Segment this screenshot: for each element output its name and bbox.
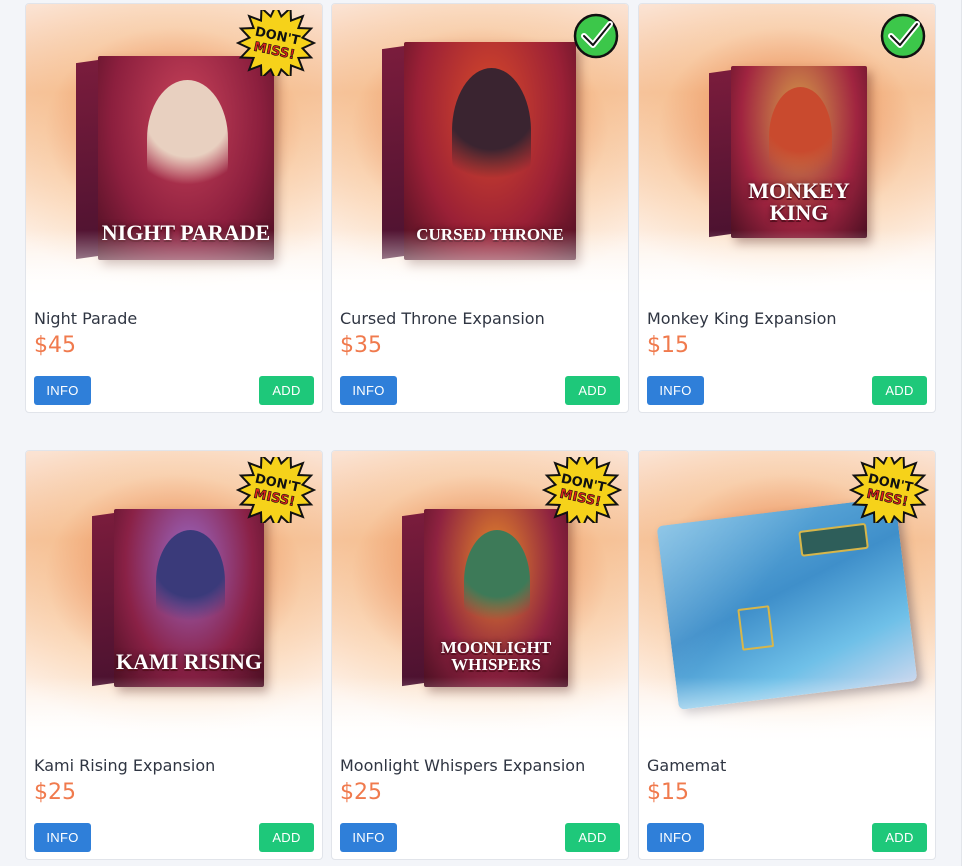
product-image[interactable]: MOONLIGHT WHISPERS DON'T MISS! — [332, 451, 628, 747]
add-to-cart-button[interactable]: ADD — [259, 376, 314, 405]
add-to-cart-button[interactable]: ADD — [872, 823, 927, 852]
product-card[interactable]: MONKEY KING Monkey King Expansion $15 INFO A… — [638, 3, 936, 413]
add-to-cart-button[interactable]: ADD — [565, 823, 620, 852]
info-button[interactable]: INFO — [340, 823, 397, 852]
scrollbar-track[interactable] — [961, 0, 970, 866]
add-to-cart-button[interactable]: ADD — [565, 376, 620, 405]
product-price: $25 — [340, 780, 382, 805]
product-title[interactable]: Gamemat — [647, 756, 726, 775]
character-art — [464, 530, 530, 633]
character-art — [147, 80, 228, 198]
gamemat-illustration — [656, 497, 918, 710]
product-image[interactable]: MONKEY KING — [639, 4, 935, 300]
product-price: $15 — [647, 333, 689, 358]
product-card[interactable]: DON'T MISS! Gamemat $15 INFO ADD — [638, 450, 936, 860]
product-image[interactable]: KAMI RISING DON'T MISS! — [26, 451, 322, 747]
character-art — [769, 87, 832, 187]
game-box-illustration: MOONLIGHT WHISPERS — [402, 509, 568, 687]
game-box-illustration: KAMI RISING — [92, 509, 264, 687]
box-title-text: MOONLIGHT WHISPERS — [440, 638, 552, 674]
product-card[interactable]: MOONLIGHT WHISPERS DON'T MISS! Moonlight Wh… — [331, 450, 629, 860]
dont-miss-badge: DON'TMISS! — [542, 457, 622, 523]
product-price: $45 — [34, 333, 76, 358]
box-title-text: MONKEY KING — [748, 178, 850, 225]
product-title[interactable]: Cursed Throne Expansion — [340, 309, 545, 328]
info-button[interactable]: INFO — [34, 376, 91, 405]
token-tray — [798, 522, 869, 557]
info-button[interactable]: INFO — [647, 376, 704, 405]
info-button[interactable]: INFO — [34, 823, 91, 852]
character-art — [156, 530, 225, 633]
product-title[interactable]: Monkey King Expansion — [647, 309, 837, 328]
product-price: $15 — [647, 780, 689, 805]
add-to-cart-button[interactable]: ADD — [259, 823, 314, 852]
product-image[interactable]: NIGHT PARADE DON'T MISS! — [26, 4, 322, 300]
checkmark-icon — [880, 13, 926, 59]
add-to-cart-button[interactable]: ADD — [872, 376, 927, 405]
info-button[interactable]: INFO — [340, 376, 397, 405]
product-price: $25 — [34, 780, 76, 805]
box-title-text: CURSED THRONE — [416, 225, 564, 244]
box-title-text: KAMI RISING — [115, 649, 263, 674]
product-title[interactable]: Moonlight Whispers Expansion — [340, 756, 585, 775]
info-button[interactable]: INFO — [647, 823, 704, 852]
character-art — [452, 68, 531, 194]
product-price: $35 — [340, 333, 382, 358]
game-box-illustration: MONKEY KING — [709, 66, 867, 238]
game-box-illustration: NIGHT PARADE — [76, 56, 274, 260]
product-card[interactable]: NIGHT PARADE DON'T MISS! Night Parade $45 INF… — [25, 3, 323, 413]
box-title-text: NIGHT PARADE — [101, 220, 271, 245]
dont-miss-badge: DON'TMISS! — [849, 457, 929, 523]
product-image[interactable]: DON'T MISS! — [639, 451, 935, 747]
checkmark-icon — [573, 13, 619, 59]
card-slot-frame — [737, 605, 775, 651]
product-image[interactable]: CURSED THRONE — [332, 4, 628, 300]
product-title[interactable]: Kami Rising Expansion — [34, 756, 215, 775]
product-title[interactable]: Night Parade — [34, 309, 137, 328]
product-card[interactable]: KAMI RISING DON'T MISS! Kami Rising Expansi… — [25, 450, 323, 860]
product-grid: NIGHT PARADE DON'T MISS! Night Parade $45 INF… — [0, 0, 961, 866]
dont-miss-badge: DON'TMISS! — [236, 457, 316, 523]
product-card[interactable]: CURSED THRONE Cursed Throne Expansion $35 I… — [331, 3, 629, 413]
dont-miss-badge: DON'TMISS! — [236, 10, 316, 76]
game-box-illustration: CURSED THRONE — [382, 42, 576, 260]
